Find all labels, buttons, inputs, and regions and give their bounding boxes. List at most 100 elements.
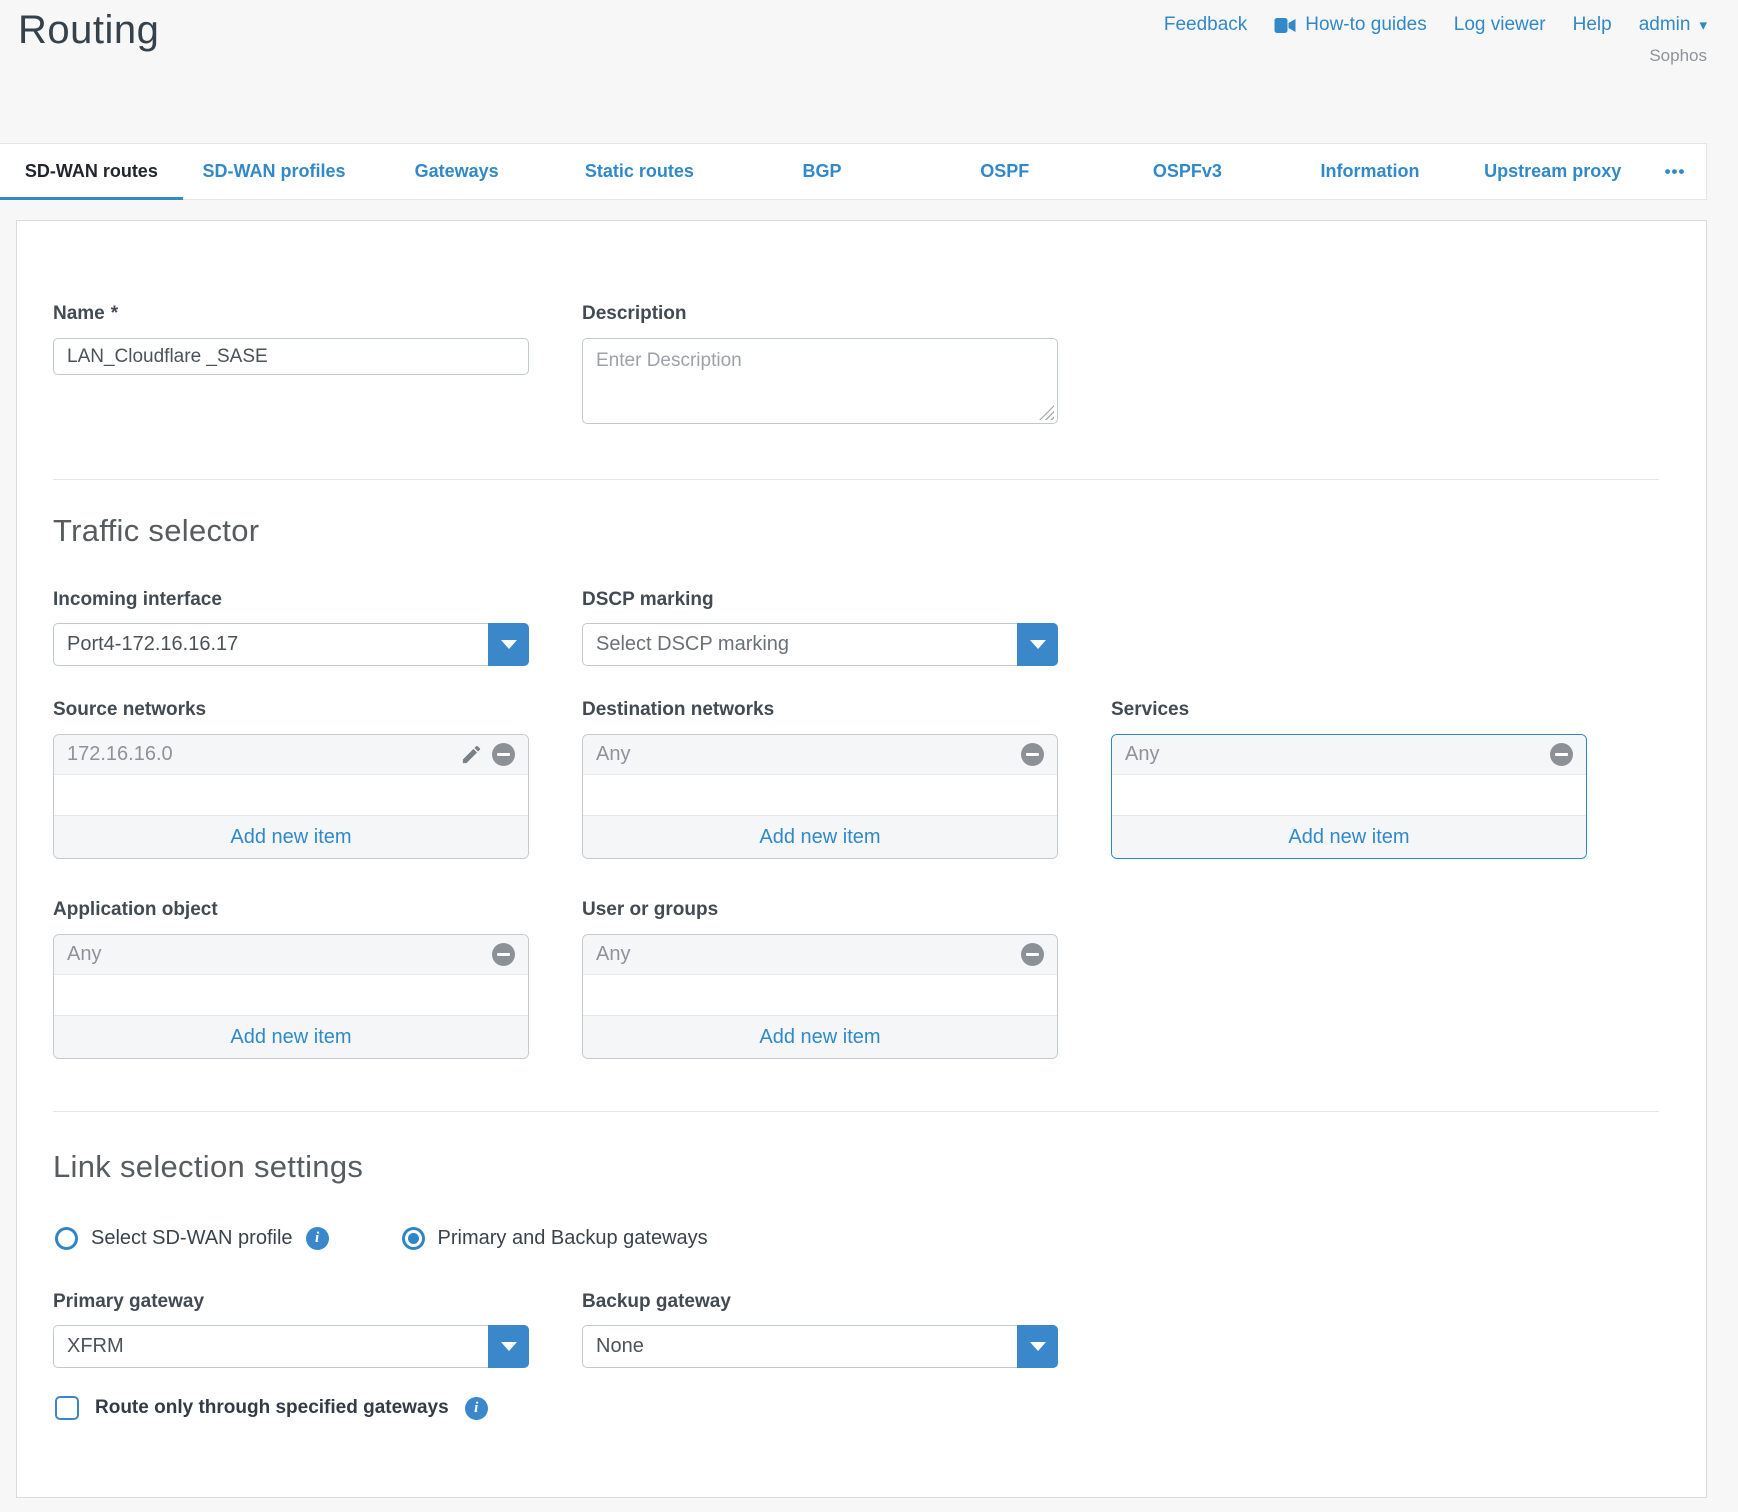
tab-label: SD-WAN routes <box>25 161 158 182</box>
destination-networks-label: Destination networks <box>582 699 1058 721</box>
tab-label: OSPF <box>980 161 1029 182</box>
name-input[interactable] <box>53 338 529 375</box>
sdwan-profile-radio-label[interactable]: Select SD-WAN profile <box>91 1227 293 1250</box>
feedback-link[interactable]: Feedback <box>1164 14 1247 36</box>
howto-guides-link[interactable]: How-to guides <box>1274 14 1426 36</box>
user-or-groups-add-button[interactable]: Add new item <box>583 1015 1057 1058</box>
tab-label: OSPFv3 <box>1153 161 1222 182</box>
tab-gateways[interactable]: Gateways <box>365 144 548 199</box>
list-item-actions <box>1021 943 1044 966</box>
source-networks-listbox: 172.16.16.0 Add new item <box>53 734 529 859</box>
tab-label: SD-WAN profiles <box>203 161 346 182</box>
user-or-groups-label: User or groups <box>582 899 1058 921</box>
page-header: Routing Feedback How-to guides Log viewe… <box>0 0 1738 143</box>
admin-menu-label: admin <box>1639 14 1691 36</box>
backup-gateway-dropdown-button[interactable] <box>1017 1325 1058 1368</box>
remove-item-icon[interactable] <box>492 943 515 966</box>
application-object-label: Application object <box>53 899 529 921</box>
list-item: 172.16.16.0 <box>54 735 528 775</box>
application-object-listbox: Any Add new item <box>53 934 529 1059</box>
remove-item-icon[interactable] <box>492 743 515 766</box>
primary-gateway-dropdown-button[interactable] <box>488 1325 529 1368</box>
list-item-actions <box>460 743 515 766</box>
list-item-actions <box>492 943 515 966</box>
primary-gateway-label: Primary gateway <box>53 1291 529 1313</box>
tab-sdwan-routes[interactable]: SD-WAN routes <box>0 144 183 199</box>
dscp-marking-group: DSCP marking Select DSCP marking <box>582 589 1058 666</box>
log-viewer-link[interactable]: Log viewer <box>1454 14 1546 36</box>
description-group: Description <box>582 303 1058 424</box>
ellipsis-icon: ••• <box>1665 162 1686 182</box>
application-object-add-button[interactable]: Add new item <box>54 1015 528 1058</box>
route-only-checkbox-label[interactable]: Route only through specified gateways <box>95 1397 449 1419</box>
primary-backup-radio[interactable] <box>402 1227 425 1250</box>
description-label: Description <box>582 303 1058 325</box>
sdwan-profile-radio[interactable] <box>55 1227 78 1250</box>
application-object-group: Application object Any Add new item <box>53 899 529 1059</box>
info-icon[interactable]: i <box>306 1227 329 1250</box>
tab-label: Upstream proxy <box>1484 161 1621 182</box>
primary-gateway-select[interactable]: XFRM <box>53 1325 529 1368</box>
list-item: Any <box>583 735 1057 775</box>
traffic-selector-heading: Traffic selector <box>53 513 259 549</box>
user-or-groups-group: User or groups Any Add new item <box>582 899 1058 1059</box>
destination-networks-group: Destination networks Any Add new item <box>582 699 1058 859</box>
list-spacer <box>1112 775 1586 815</box>
list-item: Any <box>583 935 1057 975</box>
incoming-interface-dropdown-button[interactable] <box>488 623 529 666</box>
tab-label: Static routes <box>585 161 694 182</box>
chevron-down-icon <box>1030 640 1046 649</box>
route-only-checkbox[interactable] <box>55 1396 79 1420</box>
remove-item-icon[interactable] <box>1021 743 1044 766</box>
remove-item-icon[interactable] <box>1550 743 1573 766</box>
tab-label: Gateways <box>415 161 499 182</box>
backup-gateway-label: Backup gateway <box>582 1291 1058 1313</box>
services-add-button[interactable]: Add new item <box>1112 815 1586 858</box>
more-tabs-button[interactable]: ••• <box>1644 144 1706 199</box>
tab-information[interactable]: Information <box>1279 144 1462 199</box>
link-selection-heading: Link selection settings <box>53 1149 363 1185</box>
caret-down-icon: ▾ <box>1699 18 1707 33</box>
tab-label: Information <box>1321 161 1420 182</box>
list-spacer <box>54 975 528 1015</box>
list-item-value: Any <box>1125 743 1159 766</box>
section-divider <box>53 479 1659 480</box>
tab-ospfv3[interactable]: OSPFv3 <box>1096 144 1279 199</box>
services-label: Services <box>1111 699 1587 721</box>
incoming-interface-value: Port4-172.16.16.17 <box>67 633 238 656</box>
routing-tabbar: SD-WAN routes SD-WAN profiles Gateways S… <box>0 143 1707 200</box>
backup-gateway-group: Backup gateway None <box>582 1291 1058 1368</box>
dscp-marking-select[interactable]: Select DSCP marking <box>582 623 1058 666</box>
name-label: Name * <box>53 303 529 325</box>
backup-gateway-select[interactable]: None <box>582 1325 1058 1368</box>
tab-static-routes[interactable]: Static routes <box>548 144 731 199</box>
source-networks-group: Source networks 172.16.16.0 Add new item <box>53 699 529 859</box>
incoming-interface-select[interactable]: Port4-172.16.16.17 <box>53 623 529 666</box>
video-camera-icon <box>1274 18 1296 33</box>
destination-networks-listbox: Any Add new item <box>582 734 1058 859</box>
services-group: Services Any Add new item <box>1111 699 1587 859</box>
tab-ospf[interactable]: OSPF <box>913 144 1096 199</box>
admin-menu[interactable]: admin ▾ <box>1639 14 1707 36</box>
howto-guides-label: How-to guides <box>1305 14 1426 36</box>
destination-networks-add-button[interactable]: Add new item <box>583 815 1057 858</box>
dscp-dropdown-button[interactable] <box>1017 623 1058 666</box>
header-links: Feedback How-to guides Log viewer Help a… <box>1164 14 1707 36</box>
primary-gateway-value: XFRM <box>67 1335 124 1358</box>
tab-upstream-proxy[interactable]: Upstream proxy <box>1461 144 1644 199</box>
name-label-text: Name <box>53 303 105 325</box>
remove-item-icon[interactable] <box>1021 943 1044 966</box>
help-link[interactable]: Help <box>1573 14 1612 36</box>
tab-sdwan-profiles[interactable]: SD-WAN profiles <box>183 144 366 199</box>
tab-bgp[interactable]: BGP <box>731 144 914 199</box>
source-networks-add-button[interactable]: Add new item <box>54 815 528 858</box>
info-icon[interactable]: i <box>465 1397 488 1420</box>
incoming-interface-label: Incoming interface <box>53 589 529 611</box>
list-item: Any <box>54 935 528 975</box>
tab-label: BGP <box>803 161 842 182</box>
edit-pencil-icon[interactable] <box>460 743 483 766</box>
description-textarea[interactable] <box>582 338 1058 424</box>
required-asterisk: * <box>111 303 118 325</box>
primary-backup-radio-label[interactable]: Primary and Backup gateways <box>438 1227 708 1250</box>
description-textarea-wrap <box>582 338 1058 424</box>
